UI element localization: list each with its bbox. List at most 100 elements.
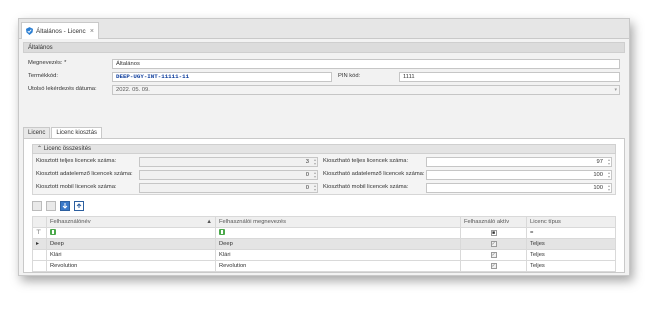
cell-name[interactable]: Revolution <box>215 260 461 272</box>
assigned-data-value: 0 <box>305 172 309 178</box>
cell-user[interactable]: Klári <box>46 249 216 261</box>
spinner-icon: ▴ ▾ <box>313 157 316 166</box>
grid-toolbar <box>32 201 84 213</box>
assigned-data-row: Kiosztott adatelemző licencek száma: 0 ▴… <box>36 170 318 180</box>
pin-label: PIN kód: <box>338 73 361 79</box>
filter-user-cell[interactable] <box>46 227 216 239</box>
product-row: Termékkód: DEEP-UGY-INT-11111-11 PIN kód… <box>28 72 620 82</box>
avail-mobile-label: Kiosztható mobil licencek száma: <box>323 184 409 190</box>
spinner-icon: ▴ ▾ <box>313 183 316 192</box>
name-input[interactable]: Általános <box>112 59 620 69</box>
name-label: Megnevezés: * <box>28 60 67 66</box>
assigned-total-field: 3 ▴ ▾ <box>139 157 318 167</box>
assigned-total-value: 3 <box>305 159 309 165</box>
summary-group-body: Kiosztott teljes licencek száma: 3 ▴ ▾ Ki… <box>32 154 616 195</box>
export-icon[interactable] <box>74 201 84 211</box>
document-tab-title: Általános - Licenc <box>36 27 86 35</box>
summary-group-header[interactable]: ⌃ Licenc összesítés <box>32 144 616 154</box>
filter-condition-icon[interactable] <box>219 229 225 235</box>
cell-active[interactable]: ✓ <box>460 249 527 261</box>
spinner-icon[interactable]: ▴ ▾ <box>608 184 610 192</box>
avail-total-value: 97 <box>596 159 603 165</box>
assigned-total-row: Kiosztott teljes licencek száma: 3 ▴ ▾ <box>36 157 318 167</box>
cell-name[interactable]: Deep <box>215 238 461 250</box>
grid-layout-icon[interactable] <box>32 201 42 211</box>
column-header-name[interactable]: Felhasználói megnevezés <box>215 216 461 228</box>
avail-data-value: 100 <box>593 172 603 178</box>
row-indicator-header <box>32 216 47 228</box>
column-header-type[interactable]: Licenc típus <box>526 216 616 228</box>
delete-icon[interactable] <box>46 201 56 211</box>
column-header-user[interactable]: Felhasználónév ▲ <box>46 216 216 228</box>
last-query-label: Utolsó lekérdezés dátuma: <box>28 86 97 92</box>
filter-type-cell[interactable]: = <box>526 227 616 239</box>
close-icon[interactable]: × <box>90 28 94 35</box>
avail-mobile-row: Kiosztható mobil licencek száma: 100 ▴ ▾ <box>323 183 612 193</box>
active-checkbox[interactable]: ✓ <box>490 241 497 247</box>
row-indicator <box>32 260 47 272</box>
name-row: Megnevezés: * Általános <box>28 59 620 69</box>
cell-user[interactable]: Deep <box>46 238 216 250</box>
app-window: Általános - Licenc × Általános Megnevezé… <box>18 18 630 276</box>
download-icon[interactable] <box>60 201 70 211</box>
column-header-active[interactable]: Felhasználó aktív <box>460 216 527 228</box>
inner-tab-bar: Licenc Licenc kiosztás <box>23 127 103 138</box>
filter-icon: ⊤ <box>32 227 47 239</box>
avail-data-field[interactable]: 100 ▴ ▾ <box>426 170 612 180</box>
spinner-icon[interactable]: ▴ ▾ <box>608 171 610 179</box>
table-row[interactable]: Klári Klári ✓ Teljes <box>32 249 616 261</box>
cell-active[interactable]: ✓ <box>460 260 527 272</box>
grid-header-row: Felhasználónév ▲ Felhasználói megnevezés … <box>32 216 616 228</box>
cell-user[interactable]: Revolution <box>46 260 216 272</box>
tab-licenc-kiosztas[interactable]: Licenc kiosztás <box>51 127 103 138</box>
cell-type[interactable]: Teljes <box>526 249 616 261</box>
table-row[interactable]: Revolution Revolution ✓ Teljes <box>32 260 616 272</box>
license-icon <box>26 27 33 35</box>
pin-input[interactable]: 1111 <box>399 72 620 82</box>
filter-name-cell[interactable] <box>215 227 461 239</box>
document-tab-strip: Általános - Licenc × <box>19 19 629 39</box>
spinner-icon[interactable]: ▴ ▾ <box>608 158 610 166</box>
license-assignment-panel: ⌃ Licenc összesítés Kiosztott teljes lic… <box>23 138 625 273</box>
table-row[interactable]: ▸ Deep Deep ✓ Teljes <box>32 238 616 250</box>
document-tab[interactable]: Általános - Licenc × <box>21 22 99 39</box>
avail-total-field[interactable]: 97 ▴ ▾ <box>426 157 612 167</box>
assigned-mobile-row: Kiosztott mobil licencek száma: 0 ▴ ▾ <box>36 183 318 193</box>
product-code-input[interactable]: DEEP-UGY-INT-11111-11 <box>112 72 332 82</box>
user-license-grid: Felhasználónév ▲ Felhasználói megnevezés … <box>32 216 616 272</box>
filter-checkbox[interactable]: ■ <box>490 230 497 236</box>
assigned-mobile-value: 0 <box>305 185 309 191</box>
sort-asc-icon: ▲ <box>206 219 212 225</box>
avail-data-row: Kiosztható adatelemző licencek száma: 10… <box>323 170 612 180</box>
cell-name[interactable]: Klári <box>215 249 461 261</box>
spinner-icon: ▴ ▾ <box>313 170 316 179</box>
filter-condition-icon[interactable] <box>50 229 56 235</box>
section-header: Általános <box>23 42 625 53</box>
last-query-input: 2022. 05. 09. ▾ <box>112 85 620 95</box>
cell-type[interactable]: Teljes <box>526 238 616 250</box>
avail-mobile-value: 100 <box>593 185 603 191</box>
tab-licenc[interactable]: Licenc <box>23 127 51 138</box>
row-indicator <box>32 249 47 261</box>
assigned-mobile-label: Kiosztott mobil licencek száma: <box>36 184 117 190</box>
chevron-down-icon: ▾ <box>614 87 617 93</box>
column-user-label: Felhasználónév <box>50 219 91 225</box>
avail-mobile-field[interactable]: 100 ▴ ▾ <box>426 183 612 193</box>
assigned-data-field: 0 ▴ ▾ <box>139 170 318 180</box>
cell-type[interactable]: Teljes <box>526 260 616 272</box>
cell-active[interactable]: ✓ <box>460 238 527 250</box>
active-checkbox[interactable]: ✓ <box>490 263 497 269</box>
summary-title: Licenc összesítés <box>43 146 92 152</box>
avail-total-row: Kiosztható teljes licencek száma: 97 ▴ ▾ <box>323 157 612 167</box>
avail-total-label: Kiosztható teljes licencek száma: <box>323 158 409 164</box>
assigned-data-label: Kiosztott adatelemző licencek száma: <box>36 171 133 177</box>
filter-row: ⊤ ■ = <box>32 227 616 239</box>
active-checkbox[interactable]: ✓ <box>490 252 497 258</box>
last-query-value: 2022. 05. 09. <box>116 87 150 93</box>
filter-active-cell[interactable]: ■ <box>460 227 527 239</box>
avail-data-label: Kiosztható adatelemző licencek száma: <box>323 171 425 177</box>
row-indicator-icon: ▸ <box>32 238 47 250</box>
product-code-label: Termékkód: <box>28 73 58 79</box>
collapse-icon[interactable]: ⌃ <box>37 146 42 152</box>
assigned-total-label: Kiosztott teljes licencek száma: <box>36 158 117 164</box>
